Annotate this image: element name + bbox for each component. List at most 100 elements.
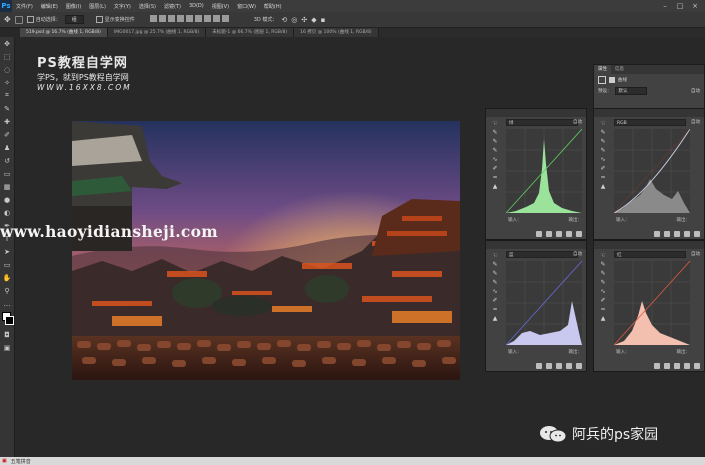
lasso-tool-icon[interactable]: ◌ — [0, 63, 14, 76]
smooth-icon[interactable]: ≈ — [489, 305, 501, 314]
menu-layer[interactable]: 图层(L) — [85, 3, 110, 10]
distribute2-icon[interactable] — [212, 15, 220, 22]
delete-icon[interactable] — [694, 231, 700, 237]
curve-edit-icon[interactable]: ∿ — [597, 287, 609, 296]
menu-image[interactable]: 图像(I) — [62, 3, 85, 10]
eyedropper-gray-icon[interactable]: ✎ — [597, 269, 609, 278]
visibility-icon[interactable] — [566, 231, 572, 237]
menu-select[interactable]: 选择(S) — [135, 3, 160, 10]
3d-slide-icon[interactable]: ◆ — [311, 16, 316, 24]
curve-graph[interactable] — [614, 261, 690, 345]
maximize-button[interactable]: □ — [675, 1, 685, 11]
hand-tool-icon[interactable]: ✋ — [0, 271, 14, 284]
visibility-icon[interactable] — [684, 363, 690, 369]
shape-tool-icon[interactable]: ▭ — [0, 258, 14, 271]
zoom-tool-icon[interactable]: ⚲ — [0, 284, 14, 297]
clip-icon[interactable] — [536, 363, 542, 369]
align-right-icon[interactable] — [194, 15, 202, 22]
align-top-icon[interactable] — [149, 15, 157, 22]
distribute-icon[interactable] — [203, 15, 211, 22]
auto-button[interactable]: 自动 — [691, 119, 700, 125]
eraser-icon[interactable]: ▭ — [0, 167, 14, 180]
pencil-draw-icon[interactable]: ✐ — [597, 164, 609, 173]
minimize-button[interactable]: – — [660, 1, 670, 11]
pencil-draw-icon[interactable]: ✐ — [489, 164, 501, 173]
eyedropper-black-icon[interactable]: ✎ — [489, 260, 501, 269]
clone-stamp-icon[interactable]: ♟ — [0, 141, 14, 154]
menu-type[interactable]: 文字(Y) — [110, 3, 135, 10]
delete-icon[interactable] — [576, 231, 582, 237]
pencil-draw-icon[interactable]: ✐ — [597, 296, 609, 305]
document-canvas[interactable] — [72, 121, 460, 380]
brush-tool-icon[interactable]: ✐ — [0, 128, 14, 141]
eyedropper-gray-icon[interactable]: ✎ — [597, 137, 609, 146]
eyedropper-gray-icon[interactable]: ✎ — [489, 137, 501, 146]
tool-preset-icon[interactable] — [14, 15, 23, 24]
move-tool-icon[interactable]: ✥ — [0, 37, 14, 50]
show-transform-checkbox[interactable]: 显示变换控件 — [95, 16, 135, 23]
tab-info[interactable]: 信息 — [611, 65, 628, 74]
tab-img0017[interactable]: IMG0017.jpg @ 25.7% (曲线 1, RGB/8) — [107, 28, 207, 37]
reset-icon[interactable] — [556, 231, 562, 237]
healing-brush-icon[interactable]: ✚ — [0, 115, 14, 128]
auto-select-checkbox[interactable]: 自动选择： — [26, 16, 61, 23]
delete-icon[interactable] — [694, 363, 700, 369]
eyedropper-black-icon[interactable]: ✎ — [597, 260, 609, 269]
view-prev-icon[interactable] — [546, 363, 552, 369]
smooth-icon[interactable]: ≈ — [489, 173, 501, 182]
reset-icon[interactable] — [674, 231, 680, 237]
auto-button[interactable]: 自动 — [691, 251, 700, 257]
eyedropper-white-icon[interactable]: ✎ — [489, 278, 501, 287]
clipping-warning-icon[interactable]: ▲ — [489, 314, 501, 323]
curve-graph[interactable] — [506, 129, 582, 213]
clipping-warning-icon[interactable]: ▲ — [489, 182, 501, 191]
dodge-tool-icon[interactable]: ◐ — [0, 206, 14, 219]
channel-dropdown[interactable]: 绿 — [506, 119, 578, 126]
channel-dropdown[interactable]: 红 — [614, 251, 686, 258]
eyedropper-gray-icon[interactable]: ✎ — [489, 269, 501, 278]
marquee-tool-icon[interactable]: ⬚ — [0, 50, 14, 63]
background-color[interactable] — [5, 316, 14, 325]
auto-button[interactable]: 自动 — [573, 119, 582, 125]
align-left-icon[interactable] — [176, 15, 184, 22]
menu-view[interactable]: 视图(V) — [208, 3, 233, 10]
magic-wand-icon[interactable]: ✧ — [0, 76, 14, 89]
channel-dropdown[interactable]: 蓝 — [506, 251, 578, 258]
target-adjust-icon[interactable]: ☜ — [597, 119, 609, 128]
curve-graph[interactable] — [506, 261, 582, 345]
reset-icon[interactable] — [674, 363, 680, 369]
screen-mode-icon[interactable]: ▣ — [0, 341, 14, 354]
curve-edit-icon[interactable]: ∿ — [597, 155, 609, 164]
auto-select-dropdown[interactable]: 组 — [64, 15, 84, 24]
curve-edit-icon[interactable]: ∿ — [489, 155, 501, 164]
menu-edit[interactable]: 编辑(E) — [37, 3, 62, 10]
3d-orbit-icon[interactable]: ⟲ — [281, 16, 287, 24]
visibility-icon[interactable] — [566, 363, 572, 369]
eyedropper-black-icon[interactable]: ✎ — [597, 128, 609, 137]
preset-dropdown[interactable]: 默认 — [614, 87, 647, 95]
clip-icon[interactable] — [536, 231, 542, 237]
color-swatches[interactable] — [0, 310, 14, 328]
clipping-warning-icon[interactable]: ▲ — [597, 182, 609, 191]
distribute3-icon[interactable] — [221, 15, 229, 22]
smooth-icon[interactable]: ≈ — [597, 305, 609, 314]
tab-519-psd[interactable]: 519.psd @ 16.7% (曲线 1, RGB/8) — [20, 28, 108, 37]
align-vcenter-icon[interactable] — [158, 15, 166, 22]
path-select-icon[interactable]: ➤ — [0, 245, 14, 258]
menu-3d[interactable]: 3D(D) — [185, 3, 208, 9]
tab-16-copy[interactable]: 16 拷贝 @ 100% (曲线 1, RGB/8) — [294, 28, 379, 37]
target-adjust-icon[interactable]: ☜ — [489, 251, 501, 260]
mask-icon[interactable] — [609, 77, 615, 83]
tab-properties[interactable]: 属性 — [594, 65, 611, 74]
align-bottom-icon[interactable] — [167, 15, 175, 22]
align-hcenter-icon[interactable] — [185, 15, 193, 22]
more-tools-icon[interactable]: … — [0, 297, 14, 310]
eyedropper-white-icon[interactable]: ✎ — [597, 278, 609, 287]
history-brush-icon[interactable]: ↺ — [0, 154, 14, 167]
view-prev-icon[interactable] — [664, 363, 670, 369]
delete-icon[interactable] — [576, 363, 582, 369]
clipping-warning-icon[interactable]: ▲ — [597, 314, 609, 323]
eyedropper-black-icon[interactable]: ✎ — [489, 128, 501, 137]
menu-window[interactable]: 窗口(W) — [233, 3, 260, 10]
auto-button[interactable]: 自动 — [691, 88, 700, 94]
